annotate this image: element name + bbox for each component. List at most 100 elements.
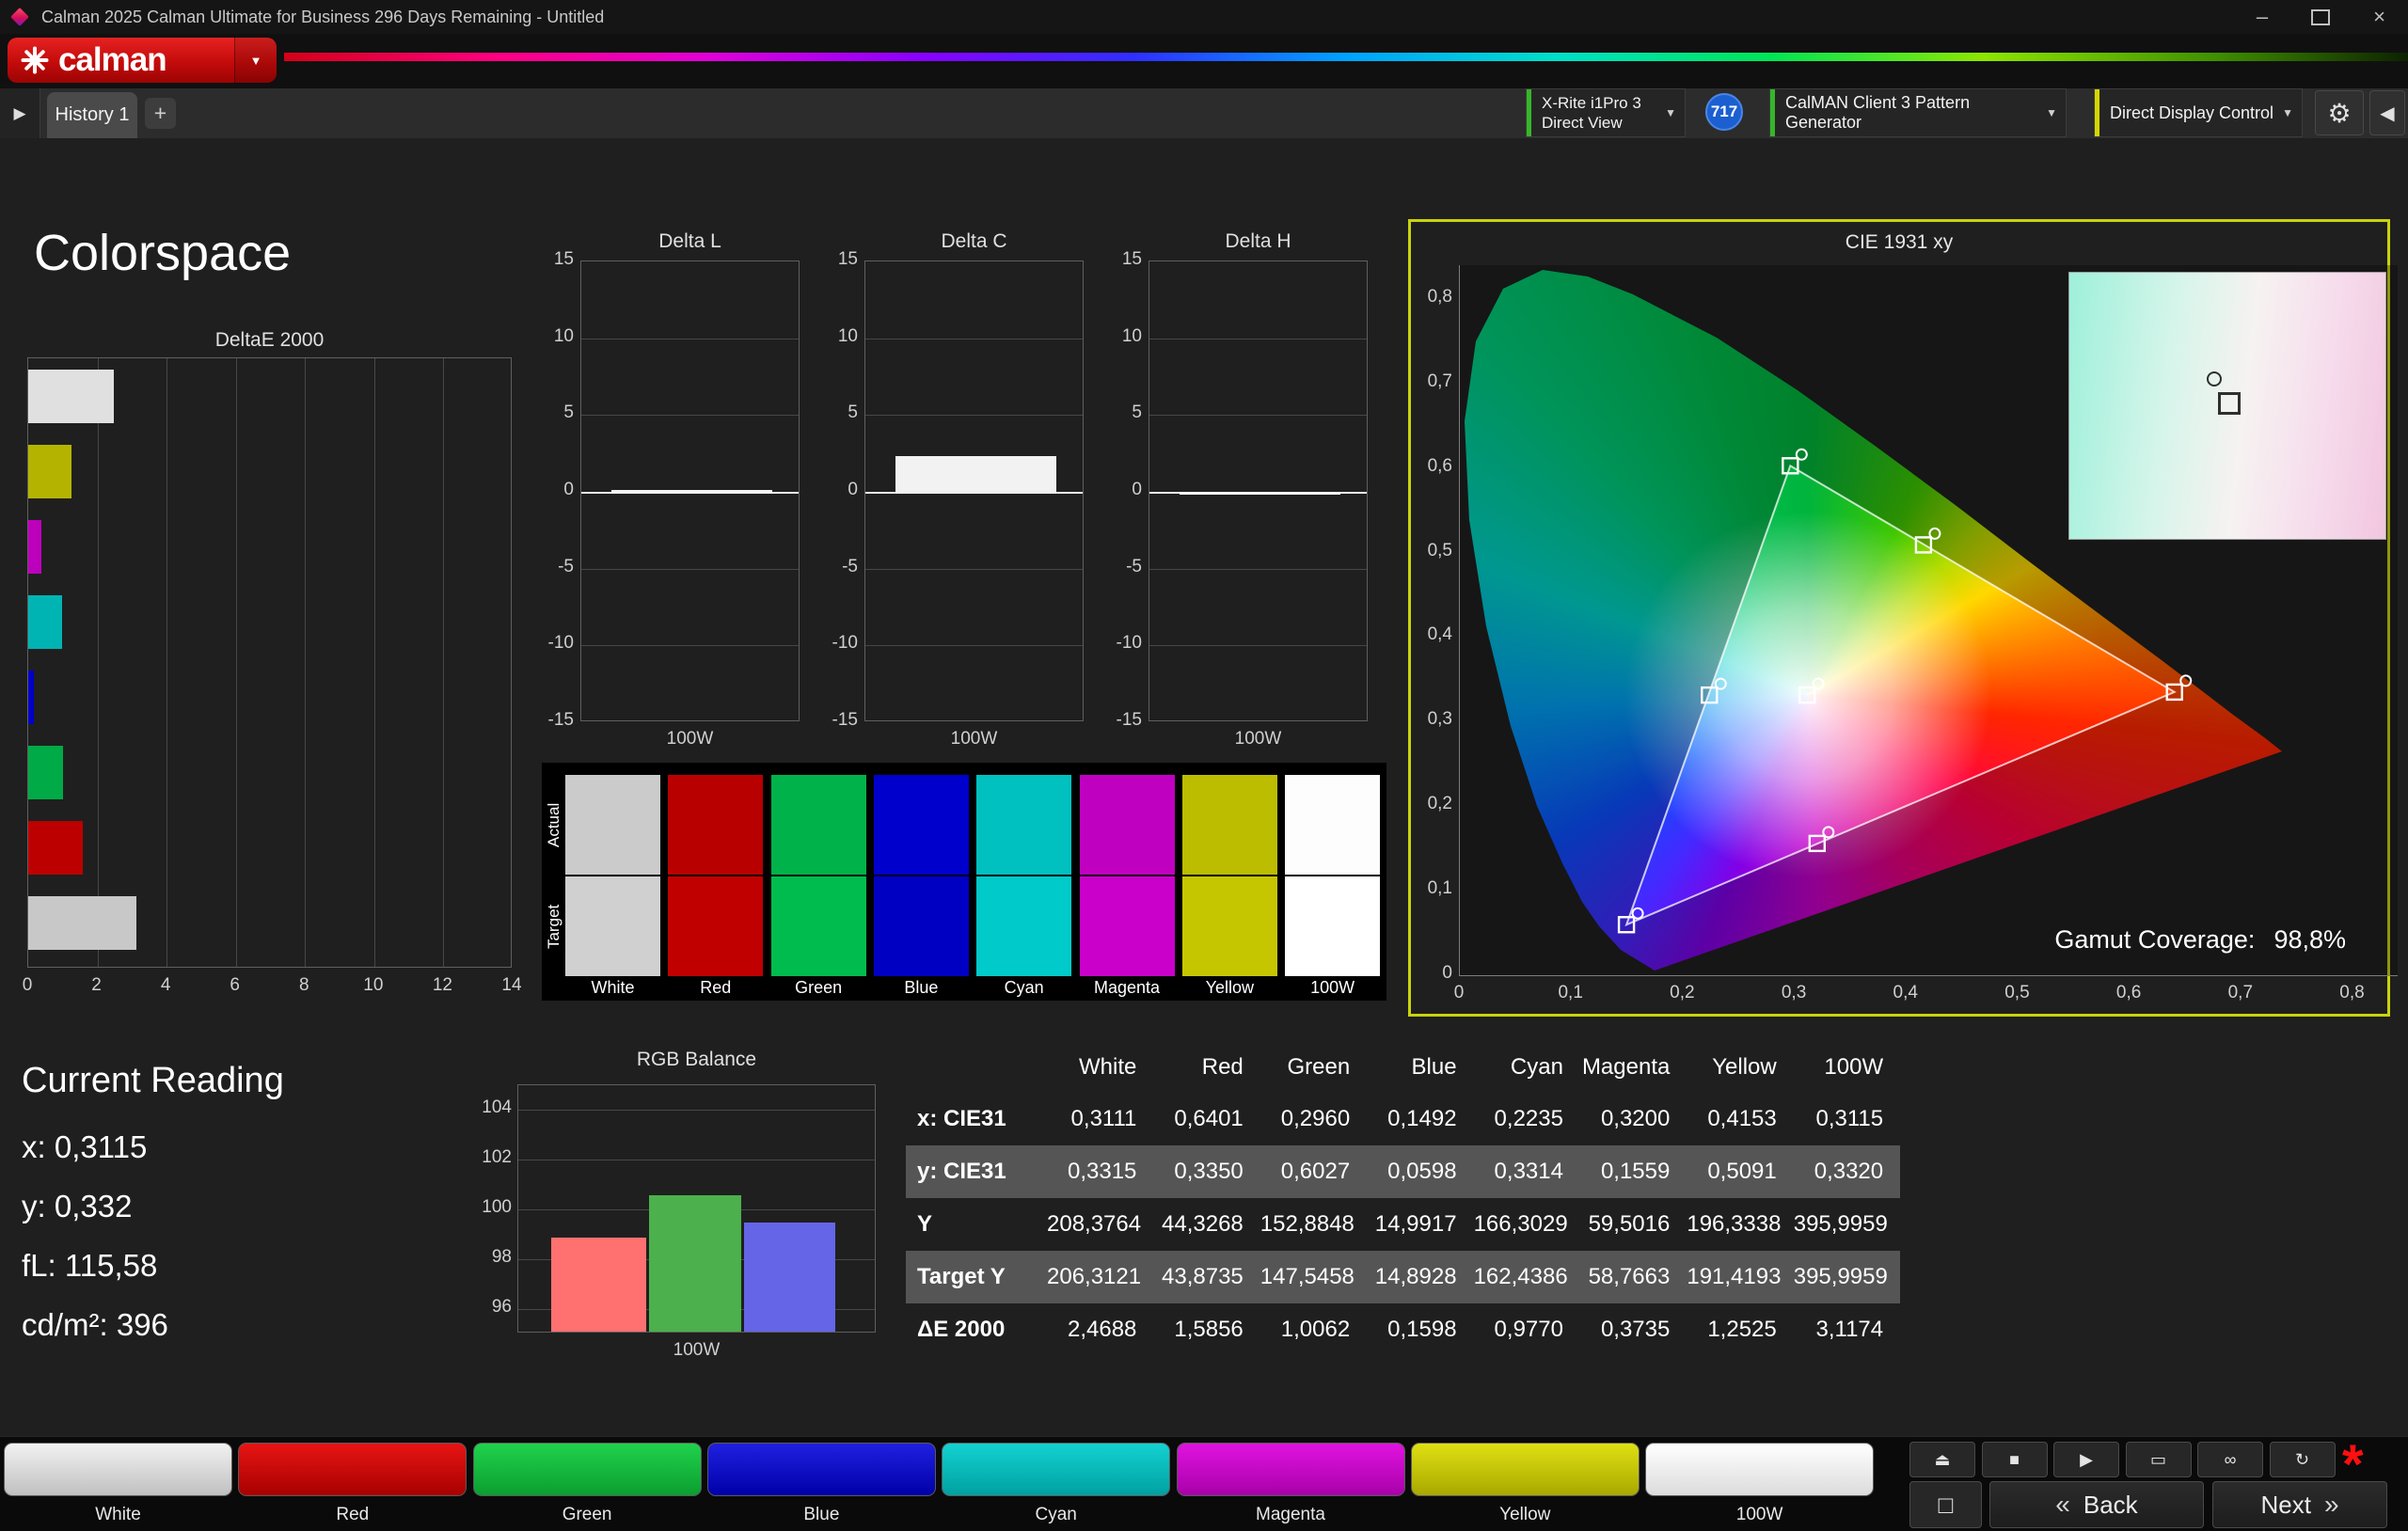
swatch-target-blue: [873, 876, 969, 976]
pattern-button-label: Magenta: [1256, 1505, 1325, 1524]
pattern-button-label: Blue: [803, 1505, 840, 1524]
column-header: 100W: [1824, 1053, 1884, 1080]
calman-menu-button[interactable]: calman ▼: [8, 38, 277, 83]
gridline: [1149, 568, 1367, 570]
swatch-actual-white: [565, 775, 660, 875]
close-button[interactable]: ×: [2373, 7, 2385, 27]
table-cell: 147,5458: [1259, 1264, 1354, 1289]
axis-tick-label: -5: [558, 556, 574, 576]
gridline: [235, 358, 237, 967]
play-button[interactable]: ▶: [2053, 1442, 2119, 1477]
pattern-button-100w[interactable]: [1645, 1443, 1875, 1496]
add-tab-button[interactable]: +: [145, 98, 176, 129]
deltae-bar-green: [28, 746, 63, 799]
table-row: Y 208,3764 44,3268 152,8848 14,9917 166,3029 5…: [906, 1198, 1900, 1251]
meter-dropdown[interactable]: X-Rite i1Pro 3 Direct View ▼: [1526, 88, 1686, 137]
arrow-left-icon: ◀: [2380, 103, 2395, 124]
pattern-button-red[interactable]: [238, 1443, 467, 1496]
reading-label: cd/m²:: [22, 1307, 108, 1342]
axis-tick-label: 10: [1121, 325, 1142, 346]
axis-tick-label: 10: [363, 975, 384, 995]
axis-tick-label: 14: [501, 975, 522, 995]
rgb-bar-red: [551, 1237, 646, 1332]
rgb-bar-blue: [744, 1222, 835, 1332]
axis-tick-label: -10: [832, 633, 858, 654]
pattern-generator-dropdown[interactable]: CalMAN Client 3 Pattern Generator ▼: [1769, 88, 2067, 137]
delta-bar: [895, 456, 1057, 492]
pattern-window-button[interactable]: □: [1909, 1481, 1982, 1528]
gridline: [581, 645, 799, 647]
current-reading: Current Reading x: 0,3115 y: 0,332 fL: 1…: [22, 1061, 284, 1366]
next-label: Next: [2260, 1490, 2311, 1519]
axis-tick-label: 0,1: [1558, 983, 1583, 1002]
measurement-table: White Red Green Blue Cyan Magenta Yellow 100W x:…: [906, 1041, 1900, 1356]
session-badge: 717: [1705, 93, 1743, 131]
delta-bar: [611, 490, 773, 494]
row-label: ΔE 2000: [917, 1317, 1006, 1342]
table-cell: 206,3121: [1047, 1264, 1142, 1289]
column-header: Blue: [1411, 1053, 1457, 1080]
table-cell: 0,3200: [1600, 1106, 1671, 1131]
actual-row-label: Actual: [545, 802, 562, 847]
swatch-target-magenta: [1079, 876, 1175, 976]
transport-row: ⏏ ■ ▶ ▭ ∞ ↻: [1909, 1437, 2352, 1477]
x-axis-label: 100W: [1234, 729, 1282, 749]
pattern-button-yellow[interactable]: [1410, 1443, 1640, 1496]
tab-label: History 1: [55, 104, 130, 125]
eject-button[interactable]: ⏏: [1909, 1442, 1975, 1477]
continuous-button[interactable]: ∞: [2197, 1442, 2263, 1477]
axis-tick-label: -5: [842, 556, 858, 576]
deltae-bar-yellow: [28, 445, 72, 498]
table-cell: 395,9959: [1793, 1264, 1888, 1289]
rainbow-strip: [284, 53, 2408, 61]
pattern-button-green[interactable]: [472, 1443, 702, 1496]
axis-tick-label: 0,8: [1427, 286, 1452, 307]
delta-bar: [1180, 492, 1341, 495]
pattern-button-magenta[interactable]: [1176, 1443, 1405, 1496]
workflow-expand-button[interactable]: ▶: [0, 88, 40, 138]
gridline: [97, 358, 99, 967]
stop-button[interactable]: ■: [1981, 1442, 2048, 1477]
table-cell: 395,9959: [1793, 1211, 1888, 1237]
meter-label: X-Rite i1Pro 3 Direct View: [1542, 93, 1641, 133]
axis-tick-label: -5: [1126, 556, 1142, 576]
display-control-label: Direct Display Control: [2110, 103, 2274, 122]
back-button[interactable]: « Back: [1989, 1481, 2204, 1528]
table-cell: 0,1559: [1600, 1159, 1671, 1184]
swatch-actual-cyan: [976, 775, 1072, 875]
axis-tick-label: 15: [1121, 249, 1142, 269]
gridline: [305, 358, 307, 967]
reading-value: 396: [116, 1307, 168, 1342]
table-cell: 0,4153: [1707, 1106, 1777, 1131]
settings-button[interactable]: ⚙: [2315, 90, 2364, 135]
pattern-button-label: Red: [336, 1505, 370, 1524]
swatch-target-yellow: [1181, 876, 1277, 976]
calman-menu-caret[interactable]: ▼: [234, 38, 277, 83]
pattern-button-white[interactable]: [4, 1443, 232, 1496]
gridline: [166, 358, 168, 967]
pattern-button-label: 100W: [1735, 1505, 1783, 1524]
maximize-button[interactable]: [2311, 8, 2331, 25]
swatch-actual-red: [668, 775, 764, 875]
delta-l-plot-area: [580, 260, 800, 721]
table-cell: 14,9917: [1374, 1211, 1457, 1237]
pattern-window-button[interactable]: ▭: [2125, 1442, 2192, 1477]
arrow-right-icon: ▶: [13, 103, 26, 122]
table-cell: 0,3115: [1815, 1106, 1884, 1131]
gridline: [581, 568, 799, 570]
axis-tick-label: 6: [230, 975, 240, 995]
table-cell: 152,8848: [1259, 1211, 1354, 1237]
pattern-button-cyan[interactable]: [942, 1443, 1171, 1496]
axis-tick-label: 2: [91, 975, 102, 995]
pattern-button-blue[interactable]: [706, 1443, 936, 1496]
repeat-button[interactable]: ↻: [2269, 1442, 2336, 1477]
display-control-dropdown[interactable]: Direct Display Control ▼: [2094, 88, 2303, 137]
tab-history-1[interactable]: History 1: [47, 92, 137, 138]
table-cell: 0,3735: [1600, 1317, 1671, 1342]
axis-tick-label: 0: [563, 480, 574, 499]
collapse-panel-button[interactable]: ◀: [2369, 90, 2405, 135]
table-cell: 0,3111: [1070, 1106, 1137, 1131]
next-button[interactable]: Next »: [2212, 1481, 2387, 1528]
display-status-strip: [2095, 89, 2099, 136]
minimize-button[interactable]: –: [2257, 7, 2268, 27]
